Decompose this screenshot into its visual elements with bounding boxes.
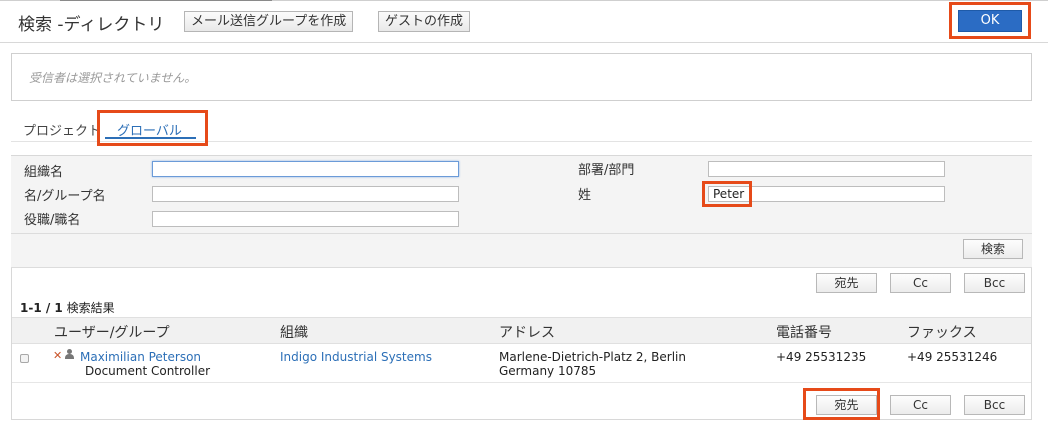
bcc-button-bottom[interactable]: Bcc [964, 395, 1025, 415]
search-form: 組織名 名/グループ名 役職/職名 部署/部門 姓 Peter [11, 155, 1032, 233]
dialog-header: 検索 ‐ディレクトリ メール送信グループを作成 ゲストの作成 OK [0, 0, 1048, 43]
cc-button-bottom[interactable]: Cc [890, 395, 951, 415]
row-checkbox[interactable] [20, 354, 29, 363]
department-label: 部署/部門 [578, 163, 635, 178]
create-guest-button[interactable]: ゲストの作成 [378, 11, 471, 32]
results-panel: 宛先 Cc Bcc 1‐1 / 1 検索結果 ユーザー/グループ 組織 アドレス… [11, 268, 1032, 420]
first-name-input[interactable] [152, 186, 459, 202]
result-count: 1‐1 / 1 検索結果 [20, 299, 115, 316]
col-organization[interactable]: 組織 [280, 322, 308, 342]
last-name-input[interactable]: Peter [708, 186, 945, 202]
result-suffix: 検索結果 [66, 301, 115, 315]
org-name-input[interactable] [152, 161, 459, 177]
job-title-label: 役職/職名 [24, 213, 81, 228]
col-fax[interactable]: ファックス [907, 322, 977, 342]
create-mail-group-button[interactable]: メール送信グループを作成 [184, 11, 354, 32]
address-line2: Germany 10785 [499, 364, 597, 378]
col-user-group[interactable]: ユーザー/グループ [54, 322, 170, 342]
user-role: Document Controller [85, 364, 211, 378]
job-title-input[interactable] [152, 211, 459, 227]
active-tab-indicator [105, 137, 196, 139]
ok-button[interactable]: OK [958, 10, 1022, 32]
organization-link[interactable]: Indigo Industrial Systems [280, 350, 432, 364]
result-range: 1‐1 / 1 [20, 301, 63, 315]
fax-value: +49 25531246 [907, 350, 998, 364]
org-name-label: 組織名 [24, 165, 64, 180]
to-button-bottom[interactable]: 宛先 [816, 395, 877, 415]
tab-project[interactable]: プロジェクト [23, 120, 101, 139]
col-phone[interactable]: 電話番号 [776, 322, 832, 342]
dialog-title: 検索 ‐ディレクトリ [18, 15, 165, 35]
search-button[interactable]: 検索 [963, 239, 1023, 259]
user-name-link[interactable]: Maximilian Peterson [80, 350, 201, 364]
recipients-box[interactable]: 受信者は選択されていません。 [11, 53, 1032, 101]
no-recipients-text: 受信者は選択されていません。 [29, 71, 197, 85]
search-bar: 検索 [11, 233, 1032, 268]
cc-button-top[interactable]: Cc [890, 273, 951, 293]
to-button-top[interactable]: 宛先 [816, 273, 877, 293]
last-name-label: 姓 [578, 188, 592, 203]
table-row[interactable]: ✕ Maximilian Peterson Document Controlle… [12, 345, 1031, 383]
bcc-button-top[interactable]: Bcc [964, 273, 1025, 293]
address-line1: Marlene-Dietrich-Platz 2, Berlin [499, 350, 686, 364]
first-name-label: 名/グループ名 [24, 189, 106, 204]
person-icon [65, 349, 74, 359]
department-input[interactable] [708, 161, 945, 177]
table-header: ユーザー/グループ 組織 アドレス 電話番号 ファックス [12, 317, 1031, 344]
x-icon[interactable]: ✕ [53, 349, 62, 362]
col-address[interactable]: アドレス [499, 322, 555, 342]
phone-value: +49 25531235 [776, 350, 867, 364]
